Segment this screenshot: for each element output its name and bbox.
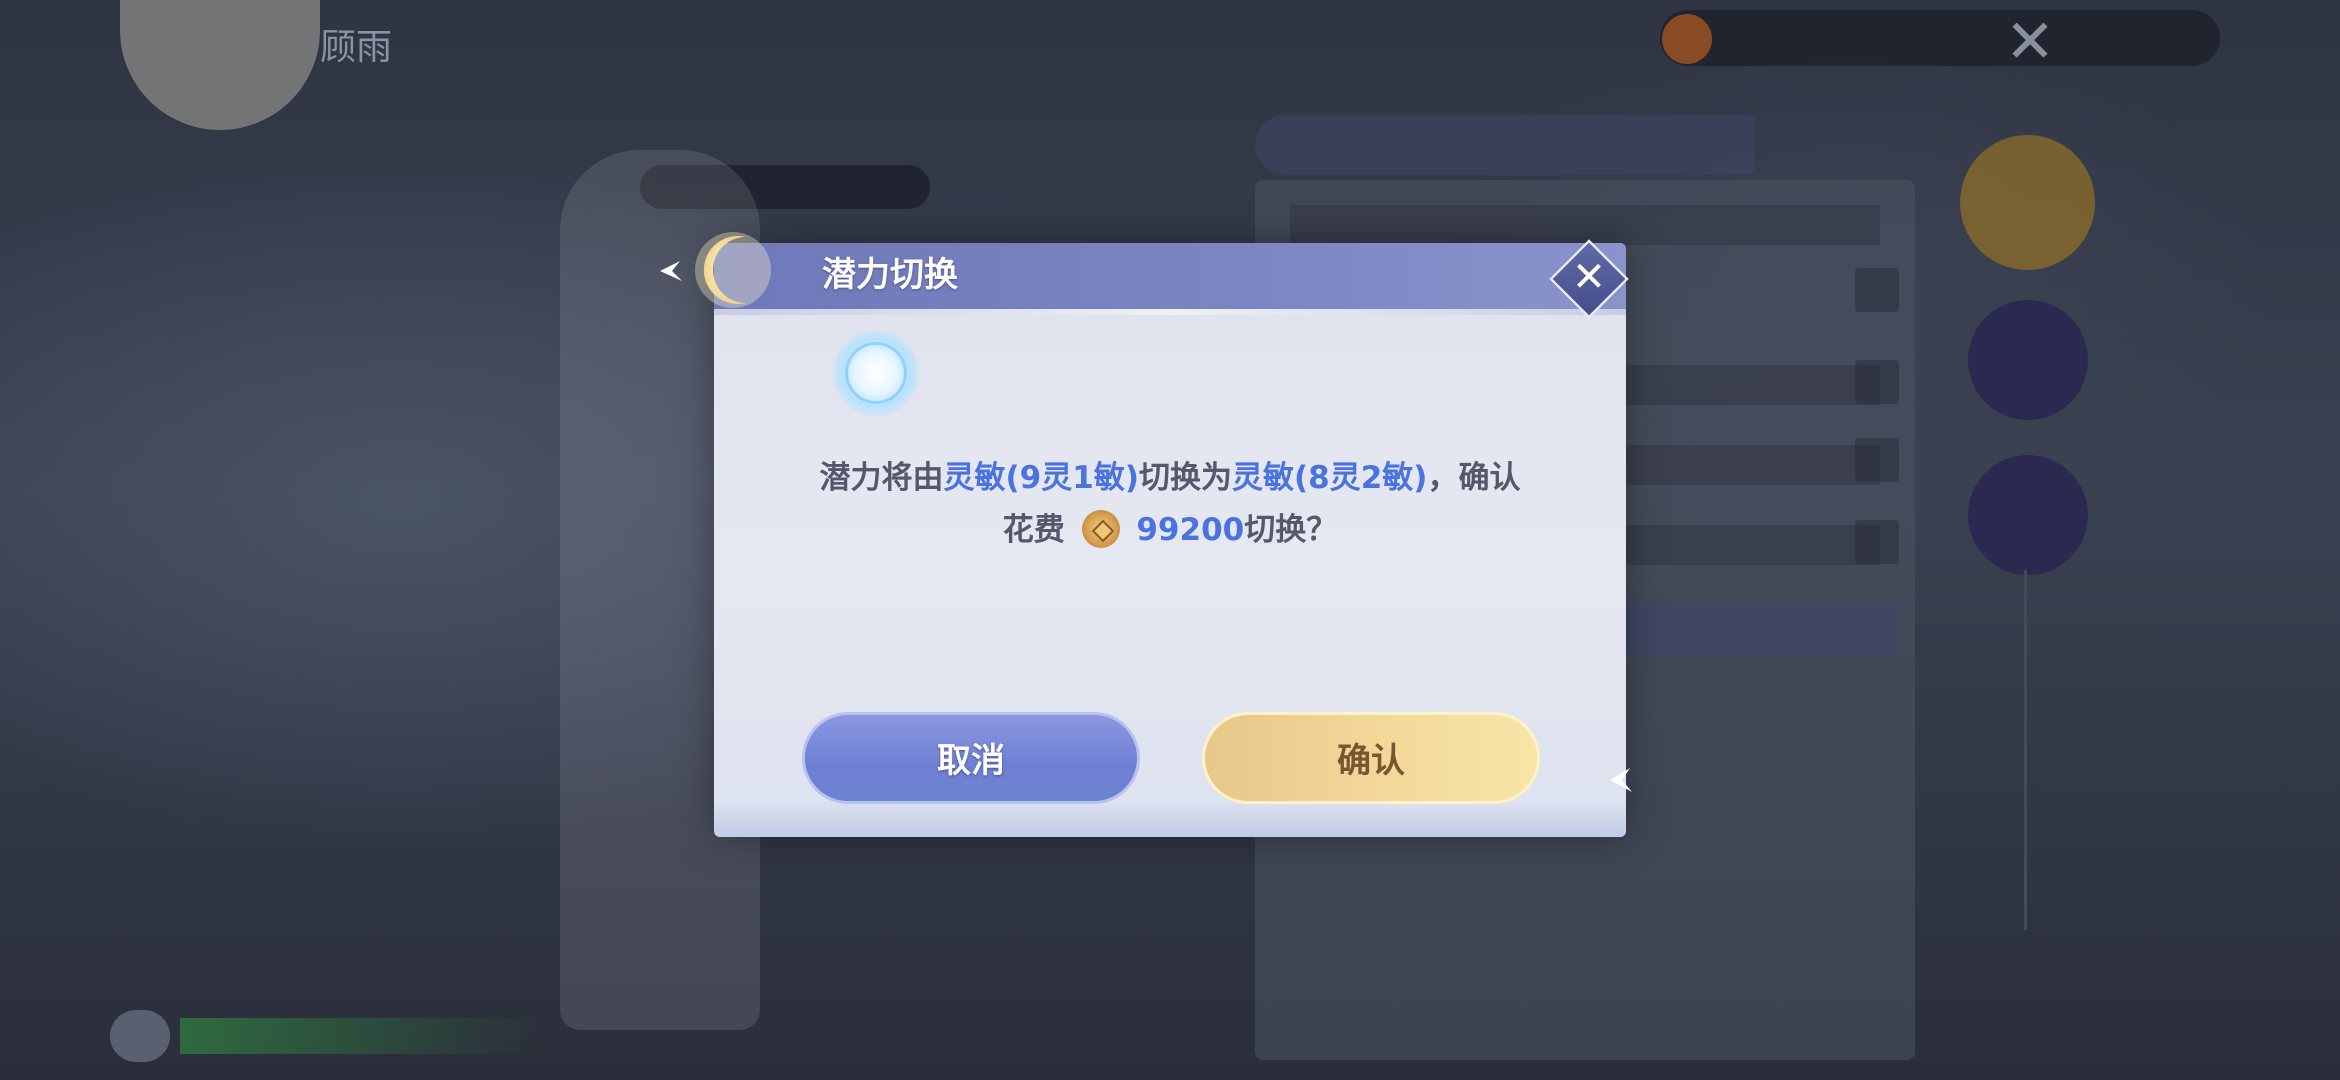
- cost-amount: 99200: [1136, 512, 1245, 548]
- player-name: 顾雨: [320, 27, 393, 68]
- to-potential: 灵敏(8灵2敏): [1232, 460, 1428, 496]
- side-button: [1855, 360, 1899, 404]
- cancel-button[interactable]: 取消: [802, 712, 1140, 804]
- copper-coin-icon: [1081, 510, 1120, 548]
- message-text: 花费: [1002, 512, 1065, 548]
- side-row: [1290, 205, 1880, 245]
- orb-ring: [845, 342, 907, 404]
- background-close-icon: ✕: [2004, 7, 2056, 77]
- message-text: 切换？: [1244, 512, 1338, 548]
- currency-icon: [1662, 14, 1712, 64]
- message-text: 潜力将由: [819, 460, 944, 496]
- dialog-message: 潜力将由灵敏(9灵1敏)切换为灵敏(8灵2敏)，确认 花费 99200切换？: [760, 452, 1580, 556]
- header-divider: [714, 309, 1626, 315]
- side-button: [1855, 520, 1899, 564]
- side-divider: [2024, 570, 2027, 930]
- gold-orb-button: [1960, 135, 2095, 270]
- sparkle-icon: [1610, 768, 1632, 792]
- message-text: 切换为: [1139, 460, 1232, 496]
- message-text: ，确认: [1427, 460, 1521, 496]
- from-potential: 灵敏(9灵1敏): [943, 460, 1139, 496]
- side-panel-header: [1255, 115, 1755, 175]
- crescent-moon-icon: [695, 232, 771, 308]
- wave-decoration: [714, 800, 1626, 837]
- chat-bubble-icon: [110, 1010, 170, 1062]
- close-icon: ✕: [1571, 254, 1606, 301]
- confirm-button[interactable]: 确认: [1202, 712, 1540, 804]
- side-tab: [1610, 605, 1900, 655]
- side-button: [1855, 268, 1899, 312]
- dialog-title: 潜力切换: [822, 255, 958, 295]
- sparkle-icon: [660, 261, 682, 281]
- currency-bar: [1660, 10, 2220, 66]
- chat-bar: [180, 1018, 540, 1054]
- purple-orb-button: [1968, 455, 2088, 575]
- side-button: [1855, 438, 1899, 482]
- purple-orb-button: [1968, 300, 2088, 420]
